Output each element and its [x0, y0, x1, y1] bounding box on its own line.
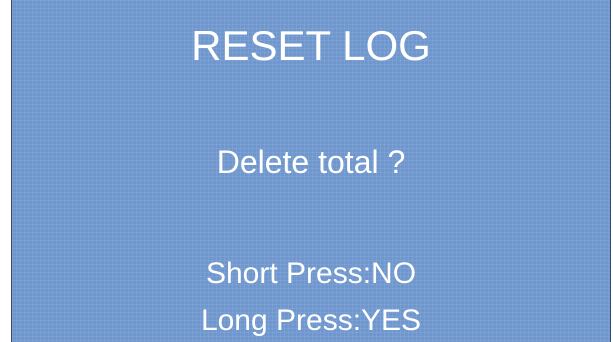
reset-log-screen: RESET LOG Delete total ? Short Press:NO … [11, 0, 611, 342]
short-press-instruction: Short Press:NO [205, 257, 417, 290]
screen-title: RESET LOG [191, 22, 431, 69]
device-frame: RESET LOG Delete total ? Short Press:NO … [0, 0, 613, 342]
delete-total-prompt: Delete total ? [216, 144, 406, 180]
long-press-instruction: Long Press:YES [200, 304, 422, 337]
